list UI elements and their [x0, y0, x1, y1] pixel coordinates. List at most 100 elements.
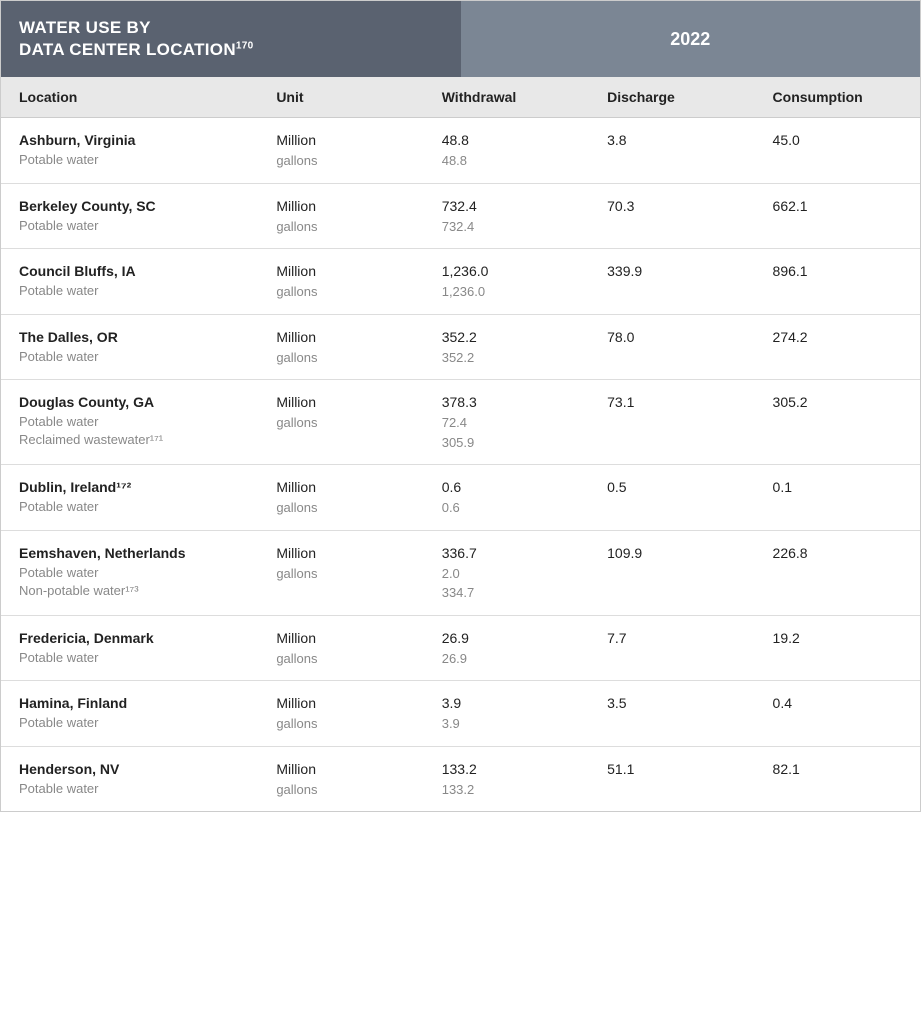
- withdrawal-main: 0.6: [442, 477, 571, 498]
- table-title: WATER USE BYDATA CENTER LOCATION170: [19, 17, 443, 61]
- withdrawal-sub: 0.6: [442, 498, 571, 518]
- location-name: Henderson, NV: [19, 759, 240, 780]
- discharge-cell: 51.1: [589, 757, 754, 782]
- unit-main: Million: [276, 543, 405, 564]
- consumption-value: 896.1: [773, 263, 808, 279]
- discharge-cell: 70.3: [589, 194, 754, 219]
- consumption-cell: 662.1: [755, 194, 920, 219]
- location-cell: Council Bluffs, IAPotable water: [1, 259, 258, 302]
- table-row: Ashburn, VirginiaPotable waterMilliongal…: [1, 118, 920, 184]
- unit-sub: gallons: [276, 151, 405, 171]
- withdrawal-main: 732.4: [442, 196, 571, 217]
- unit-cell: Milliongallons: [258, 194, 423, 239]
- table-row: Douglas County, GAPotable waterReclaimed…: [1, 380, 920, 465]
- withdrawal-cell: 0.60.6: [424, 475, 589, 520]
- unit-cell: Milliongallons: [258, 128, 423, 173]
- discharge-value: 339.9: [607, 263, 642, 279]
- unit-sub: gallons: [276, 348, 405, 368]
- withdrawal-cell: 336.72.0334.7: [424, 541, 589, 605]
- withdrawal-sub: 72.4: [442, 413, 571, 433]
- withdrawal-sub: 305.9: [442, 433, 571, 453]
- location-cell: Douglas County, GAPotable waterReclaimed…: [1, 390, 258, 451]
- discharge-value: 51.1: [607, 761, 634, 777]
- unit-cell: Milliongallons: [258, 757, 423, 802]
- discharge-value: 3.8: [607, 132, 626, 148]
- location-cell: Eemshaven, NetherlandsPotable waterNon-p…: [1, 541, 258, 602]
- consumption-cell: 274.2: [755, 325, 920, 350]
- withdrawal-main: 336.7: [442, 543, 571, 564]
- discharge-value: 7.7: [607, 630, 626, 646]
- discharge-cell: 78.0: [589, 325, 754, 350]
- withdrawal-sub: 3.9: [442, 714, 571, 734]
- withdrawal-cell: 1,236.01,236.0: [424, 259, 589, 304]
- location-sublabel: Potable water: [19, 282, 240, 300]
- withdrawal-cell: 3.93.9: [424, 691, 589, 736]
- location-name: Eemshaven, Netherlands: [19, 543, 240, 564]
- location-sublabel: Non-potable water¹⁷³: [19, 582, 240, 600]
- unit-sub: gallons: [276, 282, 405, 302]
- location-sublabel: Potable water: [19, 413, 240, 431]
- column-headers: Location Unit Withdrawal Discharge Consu…: [1, 77, 920, 118]
- withdrawal-main: 3.9: [442, 693, 571, 714]
- location-sublabel: Potable water: [19, 564, 240, 582]
- consumption-cell: 82.1: [755, 757, 920, 782]
- water-use-table: WATER USE BYDATA CENTER LOCATION170 2022…: [0, 0, 921, 812]
- unit-sub: gallons: [276, 413, 405, 433]
- col-header-location: Location: [1, 87, 258, 107]
- unit-sub: gallons: [276, 649, 405, 669]
- table-row: Dublin, Ireland¹⁷²Potable waterMillionga…: [1, 465, 920, 531]
- consumption-cell: 0.1: [755, 475, 920, 500]
- consumption-value: 274.2: [773, 329, 808, 345]
- discharge-cell: 7.7: [589, 626, 754, 651]
- consumption-value: 305.2: [773, 394, 808, 410]
- withdrawal-main: 133.2: [442, 759, 571, 780]
- consumption-value: 82.1: [773, 761, 800, 777]
- unit-sub: gallons: [276, 564, 405, 584]
- withdrawal-cell: 48.848.8: [424, 128, 589, 173]
- unit-cell: Milliongallons: [258, 390, 423, 435]
- table-row: Berkeley County, SCPotable waterMilliong…: [1, 184, 920, 250]
- withdrawal-sub: 2.0: [442, 564, 571, 584]
- location-name: Hamina, Finland: [19, 693, 240, 714]
- location-name: Council Bluffs, IA: [19, 261, 240, 282]
- table-header: WATER USE BYDATA CENTER LOCATION170 2022: [1, 1, 920, 77]
- discharge-value: 70.3: [607, 198, 634, 214]
- consumption-cell: 896.1: [755, 259, 920, 284]
- unit-main: Million: [276, 628, 405, 649]
- unit-main: Million: [276, 327, 405, 348]
- year-label: 2022: [670, 29, 710, 50]
- location-cell: Henderson, NVPotable water: [1, 757, 258, 800]
- location-sublabel: Potable water: [19, 348, 240, 366]
- withdrawal-cell: 732.4732.4: [424, 194, 589, 239]
- table-body: Ashburn, VirginiaPotable waterMilliongal…: [1, 118, 920, 811]
- discharge-value: 0.5: [607, 479, 626, 495]
- location-name: Berkeley County, SC: [19, 196, 240, 217]
- withdrawal-sub: 732.4: [442, 217, 571, 237]
- location-name: Fredericia, Denmark: [19, 628, 240, 649]
- unit-cell: Milliongallons: [258, 626, 423, 671]
- withdrawal-main: 26.9: [442, 628, 571, 649]
- unit-main: Million: [276, 130, 405, 151]
- unit-sub: gallons: [276, 498, 405, 518]
- location-sublabel: Reclaimed wastewater¹⁷¹: [19, 431, 240, 449]
- unit-main: Million: [276, 261, 405, 282]
- location-cell: Dublin, Ireland¹⁷²Potable water: [1, 475, 258, 518]
- unit-cell: Milliongallons: [258, 325, 423, 370]
- consumption-value: 45.0: [773, 132, 800, 148]
- location-name: Ashburn, Virginia: [19, 130, 240, 151]
- withdrawal-main: 48.8: [442, 130, 571, 151]
- col-header-consumption: Consumption: [755, 87, 920, 107]
- location-cell: Berkeley County, SCPotable water: [1, 194, 258, 237]
- discharge-value: 109.9: [607, 545, 642, 561]
- discharge-cell: 3.8: [589, 128, 754, 153]
- location-cell: Ashburn, VirginiaPotable water: [1, 128, 258, 171]
- location-name: Douglas County, GA: [19, 392, 240, 413]
- location-sublabel: Potable water: [19, 151, 240, 169]
- consumption-value: 226.8: [773, 545, 808, 561]
- location-name: Dublin, Ireland¹⁷²: [19, 477, 240, 498]
- location-cell: Fredericia, DenmarkPotable water: [1, 626, 258, 669]
- unit-sub: gallons: [276, 714, 405, 734]
- withdrawal-main: 1,236.0: [442, 261, 571, 282]
- discharge-value: 78.0: [607, 329, 634, 345]
- unit-main: Million: [276, 693, 405, 714]
